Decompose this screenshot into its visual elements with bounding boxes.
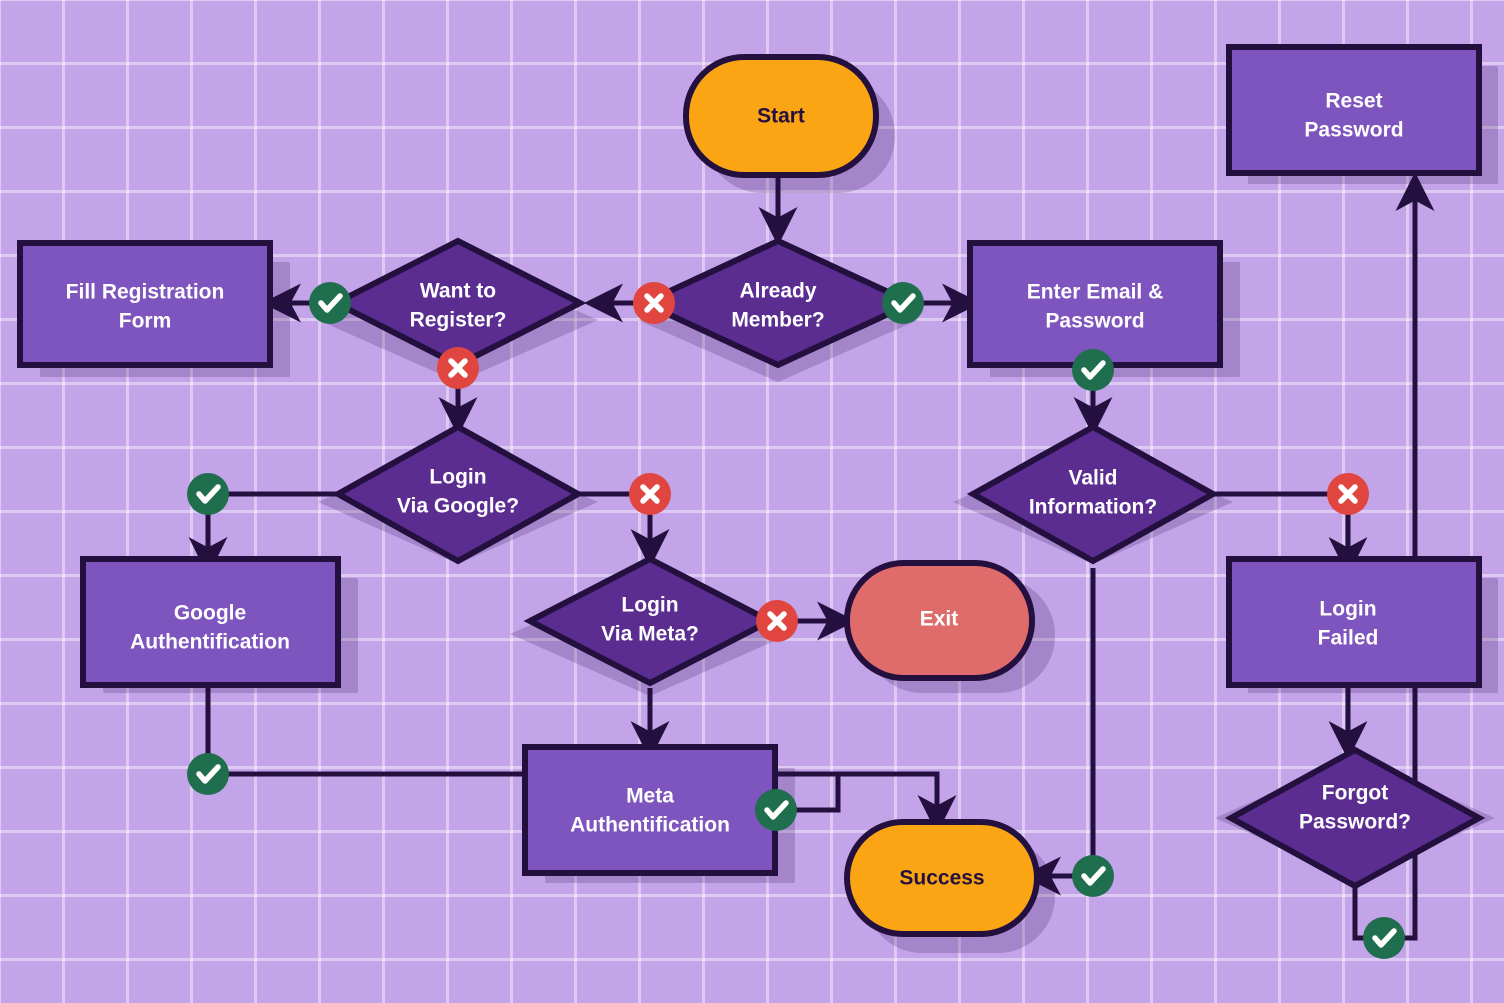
- node-already-member[interactable]: Already Member?: [636, 237, 920, 369]
- badge-no-already-member: [633, 282, 675, 324]
- badge-no-login-via-meta: [756, 600, 798, 642]
- node-meta-authentification[interactable]: Meta Authentification: [522, 744, 778, 876]
- node-forgot-password[interactable]: Forgot Password?: [1224, 746, 1486, 890]
- badge-yes-already-member: [882, 282, 924, 324]
- edge-validinfo-loginfailed: [1213, 491, 1368, 577]
- node-start[interactable]: Start: [683, 54, 879, 178]
- badge-yes-forgot-password: [1363, 917, 1405, 959]
- edge-googleauth-metaauth: [205, 688, 527, 777]
- badge-yes-login-via-google: [187, 473, 229, 515]
- badge-yes-want-to-register: [309, 282, 351, 324]
- node-google-authentification[interactable]: Google Authentification: [80, 556, 341, 688]
- flowchart-canvas: Start Already Member? Want to Register? …: [0, 0, 1504, 1003]
- edge-googleq-googleauth: [188, 491, 338, 577]
- flowchart-svg: Start Already Member? Want to Register? …: [17, 44, 1498, 959]
- node-login-via-meta[interactable]: Login Via Meta?: [523, 555, 777, 687]
- badge-yes-google-authentification: [187, 753, 229, 795]
- badge-no-valid-information: [1327, 473, 1369, 515]
- badge-yes-valid-information: [1072, 855, 1114, 897]
- badge-no-login-via-google: [629, 473, 671, 515]
- node-enter-email-password[interactable]: Enter Email & Password: [967, 240, 1223, 368]
- node-fill-registration-form[interactable]: Fill Registration Form: [17, 240, 273, 368]
- badge-yes-meta-authentification: [755, 789, 797, 831]
- node-login-failed[interactable]: Login Failed: [1226, 556, 1482, 688]
- node-want-to-register[interactable]: Want to Register?: [329, 237, 587, 369]
- node-success[interactable]: Success: [844, 819, 1040, 937]
- badge-yes-enter-email: [1072, 349, 1114, 391]
- badge-no-want-to-register: [437, 347, 479, 389]
- node-reset-password[interactable]: Reset Password: [1226, 44, 1482, 176]
- node-exit[interactable]: Exit: [844, 560, 1035, 681]
- node-valid-information[interactable]: Valid Information?: [966, 423, 1220, 565]
- node-login-via-google[interactable]: Login Via Google?: [331, 423, 585, 565]
